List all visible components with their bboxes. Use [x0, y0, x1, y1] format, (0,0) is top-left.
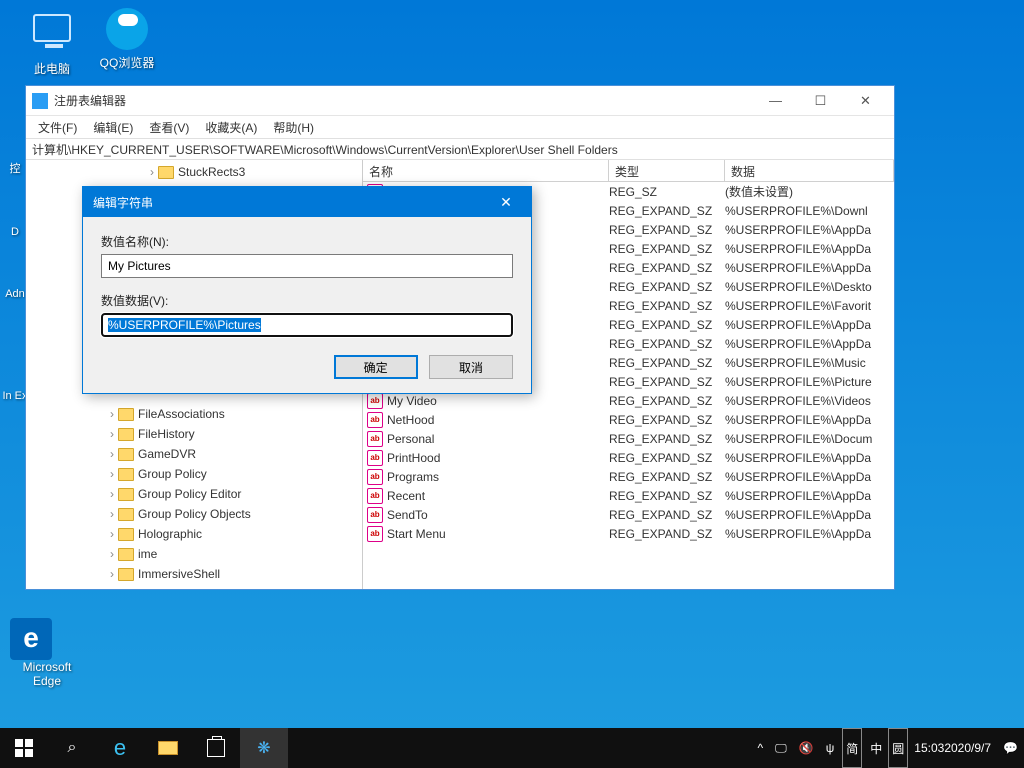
- list-row[interactable]: abSendToREG_EXPAND_SZ%USERPROFILE%\AppDa: [363, 505, 894, 524]
- edge-icon: e: [10, 618, 52, 660]
- tree-item[interactable]: ›ImmersiveShell: [106, 564, 362, 584]
- titlebar[interactable]: 注册表编辑器 — ☐ ✕: [26, 86, 894, 116]
- desktop-icon-edge[interactable]: e Microsoft Edge: [10, 618, 84, 688]
- string-icon: ab: [367, 450, 383, 466]
- search-button[interactable]: ⌕: [48, 728, 96, 768]
- menu-help[interactable]: 帮助(H): [265, 117, 322, 138]
- cancel-button[interactable]: 取消: [429, 355, 513, 379]
- taskbar-edge[interactable]: e: [96, 728, 144, 768]
- tray-usb-icon[interactable]: ψ: [820, 728, 841, 768]
- value-data-label: 数值数据(V):: [101, 292, 513, 309]
- col-type[interactable]: 类型: [609, 160, 725, 181]
- tray-chevron-icon[interactable]: ^: [752, 728, 770, 768]
- string-icon: ab: [367, 488, 383, 504]
- list-row[interactable]: abRecentREG_EXPAND_SZ%USERPROFILE%\AppDa: [363, 486, 894, 505]
- qq-browser-icon: [106, 8, 148, 50]
- string-icon: ab: [367, 507, 383, 523]
- qq-browser-label: QQ浏览器: [90, 54, 164, 71]
- ok-button[interactable]: 确定: [334, 355, 418, 379]
- list-row[interactable]: abProgramsREG_EXPAND_SZ%USERPROFILE%\App…: [363, 467, 894, 486]
- tray-clock[interactable]: 15:03 2020/9/7: [908, 728, 997, 768]
- col-data[interactable]: 数据: [725, 160, 894, 181]
- list-row[interactable]: abPersonalREG_EXPAND_SZ%USERPROFILE%\Doc…: [363, 429, 894, 448]
- dialog-close-button[interactable]: ✕: [491, 194, 521, 211]
- value-name-input[interactable]: [101, 254, 513, 278]
- tree-item[interactable]: ›Group Policy Editor: [106, 484, 362, 504]
- tray-notifications-icon[interactable]: 💬: [997, 728, 1024, 768]
- taskbar-explorer[interactable]: [144, 728, 192, 768]
- string-icon: ab: [367, 412, 383, 428]
- tree-item[interactable]: ›StuckRects3: [146, 162, 362, 182]
- tray-volume-icon[interactable]: 🔇: [793, 728, 820, 768]
- tree-item[interactable]: ›ime: [106, 544, 362, 564]
- menu-edit[interactable]: 编辑(E): [85, 117, 141, 138]
- start-button[interactable]: [0, 728, 48, 768]
- close-button[interactable]: ✕: [843, 86, 888, 115]
- taskbar-regedit[interactable]: ❋: [240, 728, 288, 768]
- desktop-icon-this-pc[interactable]: 此电脑: [15, 8, 89, 77]
- value-name-label: 数值名称(N):: [101, 233, 513, 250]
- window-title: 注册表编辑器: [54, 92, 753, 109]
- tree-item[interactable]: ›FileAssociations: [106, 404, 362, 424]
- taskbar: ⌕ e ❋ ^ 🖵 🔇 ψ 简 中 圆 15:03 2020/9/7 💬: [0, 728, 1024, 768]
- menu-view[interactable]: 查看(V): [141, 117, 197, 138]
- tray-display-icon[interactable]: 🖵: [769, 728, 793, 768]
- tray-ime3[interactable]: 圆: [888, 728, 908, 768]
- maximize-button[interactable]: ☐: [798, 86, 843, 115]
- dialog-title: 编辑字符串: [93, 194, 491, 211]
- regedit-icon: [32, 93, 48, 109]
- list-row[interactable]: abStart MenuREG_EXPAND_SZ%USERPROFILE%\A…: [363, 524, 894, 543]
- tree-item[interactable]: ›Group Policy Objects: [106, 504, 362, 524]
- menu-file[interactable]: 文件(F): [30, 117, 85, 138]
- address-bar[interactable]: 计算机\HKEY_CURRENT_USER\SOFTWARE\Microsoft…: [26, 138, 894, 160]
- desktop-icon-qq-browser[interactable]: QQ浏览器: [90, 8, 164, 71]
- string-icon: ab: [367, 393, 383, 409]
- tree-item[interactable]: ›GameDVR: [106, 444, 362, 464]
- menubar: 文件(F) 编辑(E) 查看(V) 收藏夹(A) 帮助(H): [26, 116, 894, 138]
- tree-item[interactable]: ›Holographic: [106, 524, 362, 544]
- string-icon: ab: [367, 469, 383, 485]
- dialog-titlebar[interactable]: 编辑字符串 ✕: [83, 187, 531, 217]
- list-row[interactable]: abNetHoodREG_EXPAND_SZ%USERPROFILE%\AppD…: [363, 410, 894, 429]
- tray-ime2[interactable]: 中: [864, 728, 888, 768]
- this-pc-label: 此电脑: [15, 60, 89, 77]
- taskbar-store[interactable]: [192, 728, 240, 768]
- col-name[interactable]: 名称: [363, 160, 609, 181]
- string-icon: ab: [367, 431, 383, 447]
- string-icon: ab: [367, 526, 383, 542]
- edit-string-dialog: 编辑字符串 ✕ 数值名称(N): 数值数据(V): 确定 取消: [82, 186, 532, 394]
- tree-item[interactable]: ›Group Policy: [106, 464, 362, 484]
- tray-ime1[interactable]: 简: [842, 728, 862, 768]
- minimize-button[interactable]: —: [753, 86, 798, 115]
- list-header: 名称 类型 数据: [363, 160, 894, 182]
- edge-label: Microsoft Edge: [10, 660, 84, 688]
- tree-item[interactable]: ›FileHistory: [106, 424, 362, 444]
- value-data-input[interactable]: [101, 313, 513, 337]
- list-row[interactable]: abPrintHoodREG_EXPAND_SZ%USERPROFILE%\Ap…: [363, 448, 894, 467]
- menu-fav[interactable]: 收藏夹(A): [197, 117, 265, 138]
